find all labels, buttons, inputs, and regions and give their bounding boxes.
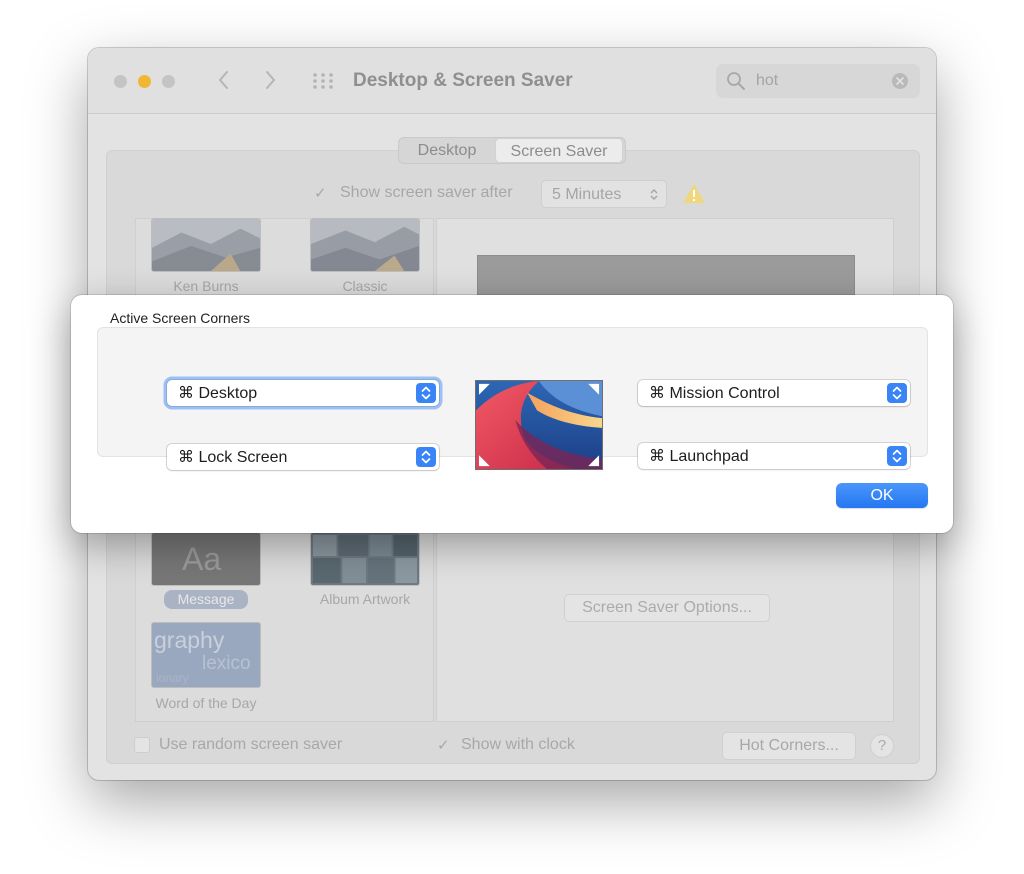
bottom-left-corner-popup[interactable]: ⌘ Lock Screen: [167, 444, 439, 470]
screen-saver-label: Ken Burns: [173, 278, 239, 294]
clear-icon[interactable]: [892, 73, 908, 89]
sheet-title: Active Screen Corners: [110, 310, 251, 326]
top-right-corner-value: ⌘ Mission Control: [649, 385, 780, 402]
updown-chevron-icon: [887, 446, 907, 466]
window-title: Desktop & Screen Saver: [353, 70, 573, 91]
screen-saver-label: Album Artwork: [319, 591, 411, 607]
screen-saver-thumb-classic[interactable]: [310, 218, 420, 272]
idle-time-popup[interactable]: 5 Minutes: [541, 180, 667, 208]
bottom-left-corner-value: ⌘ Lock Screen: [178, 449, 288, 466]
message-thumb-text: Aa: [182, 541, 222, 577]
ok-button[interactable]: OK: [836, 483, 928, 508]
screen-saver-thumb-ken-burns[interactable]: [151, 218, 261, 272]
top-right-corner-popup[interactable]: ⌘ Mission Control: [638, 380, 910, 406]
active-screen-corners-sheet: Active Screen Corners ⌘ Desktop ⌘ Lock S…: [71, 295, 953, 533]
help-button[interactable]: ?: [870, 734, 894, 758]
bottom-right-corner-value: ⌘ Launchpad: [649, 448, 749, 465]
search-input[interactable]: hot: [756, 72, 778, 90]
screen-saver-thumb-word-of-the-day[interactable]: graphy lexico ionary: [151, 622, 261, 688]
updown-chevron-icon: [416, 447, 436, 467]
top-left-corner-popup[interactable]: ⌘ Desktop: [167, 380, 439, 406]
corners-group: ⌘ Desktop ⌘ Lock Screen ⌘ Mission Contro…: [97, 327, 928, 470]
checkmark-icon[interactable]: ✓: [314, 184, 327, 202]
word-thumb-text: lexico: [202, 653, 251, 674]
screen-saver-thumb-album-artwork[interactable]: [310, 532, 420, 586]
screen-saver-label-selected: Message: [164, 590, 248, 609]
idle-time-value: 5 Minutes: [552, 186, 622, 203]
search-field[interactable]: hot: [716, 64, 920, 98]
checkmark-icon[interactable]: ✓: [437, 736, 450, 754]
warning-icon: [683, 184, 705, 203]
minimize-window-button[interactable]: [138, 75, 151, 88]
random-screen-saver-checkbox[interactable]: [134, 737, 150, 753]
screen-saver-thumb-message[interactable]: Aa: [151, 532, 261, 586]
word-thumb-text: ionary: [156, 671, 189, 685]
top-left-corner-value: ⌘ Desktop: [178, 385, 258, 402]
show-all-button[interactable]: [312, 72, 334, 90]
close-window-button[interactable]: [114, 75, 127, 88]
screen-saver-options-button[interactable]: Screen Saver Options...: [564, 594, 770, 622]
hot-corners-button[interactable]: Hot Corners...: [722, 732, 856, 760]
bottom-right-corner-popup[interactable]: ⌘ Launchpad: [638, 443, 910, 469]
grid-icon: [313, 73, 333, 89]
updown-chevron-icon: [887, 383, 907, 403]
search-icon: [727, 72, 745, 90]
tab-screen-saver[interactable]: Screen Saver: [495, 138, 623, 163]
screen-corners-preview: [475, 380, 603, 470]
tab-desktop[interactable]: Desktop: [401, 138, 493, 163]
tab-bar: Desktop Screen Saver: [398, 137, 626, 164]
show-with-clock-label: Show with clock: [461, 736, 575, 753]
screen-saver-label: Classic: [342, 278, 388, 294]
zoom-window-button[interactable]: [162, 75, 175, 88]
updown-chevron-icon: [416, 383, 436, 403]
random-screen-saver-label: Use random screen saver: [159, 736, 343, 753]
titlebar: Desktop & Screen Saver hot: [88, 48, 936, 114]
chevron-left-icon: [219, 71, 228, 89]
back-button[interactable]: [212, 66, 236, 94]
forward-button[interactable]: [258, 66, 282, 94]
word-thumb-text: graphy: [154, 627, 225, 653]
updown-chevron-icon: [650, 189, 658, 200]
chevron-right-icon: [266, 71, 275, 89]
screen-saver-label: Word of the Day: [155, 695, 257, 711]
show-after-label: Show screen saver after: [340, 184, 513, 201]
